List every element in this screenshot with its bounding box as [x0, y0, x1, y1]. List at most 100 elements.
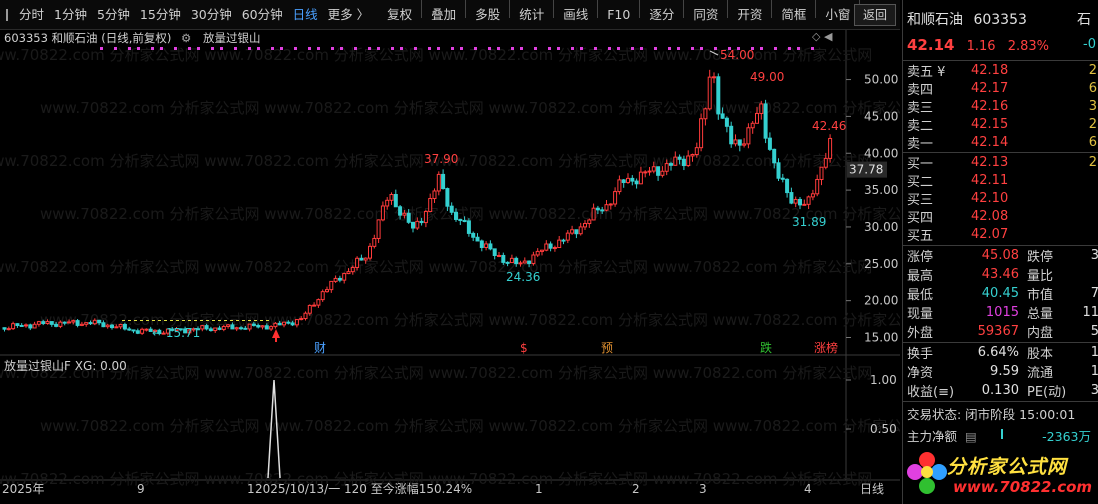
- candle-body: [299, 318, 304, 321]
- candle-body: [441, 173, 446, 190]
- candle-body: [213, 327, 218, 332]
- stat-v1: 9.59: [990, 364, 1019, 379]
- stat-v1: 43.46: [981, 267, 1019, 282]
- orderbook-price: 42.18: [971, 63, 1009, 79]
- chart-canvas[interactable]: www.70822.com 分析家公式网 www.70822.com 分析家公式…: [0, 0, 900, 504]
- ask-row[interactable]: 卖四 42.17 6: [903, 80, 1098, 98]
- candle-body: [780, 177, 785, 180]
- signal-dot: [114, 47, 117, 50]
- stat-v2: 11: [1082, 305, 1098, 320]
- signal-dot: [220, 47, 223, 50]
- candle-body: [41, 321, 46, 324]
- signal-dot: [400, 47, 403, 50]
- candle-body: [398, 206, 403, 216]
- candle-body: [578, 226, 583, 235]
- candle-body: [819, 166, 824, 181]
- candle-body: [226, 324, 231, 327]
- stat-v2: 3: [1090, 383, 1098, 398]
- list-icon[interactable]: ▤: [965, 429, 977, 444]
- orderbook-price: 42.10: [971, 190, 1009, 206]
- signal-dot: [474, 47, 477, 50]
- candle-body: [333, 277, 338, 282]
- price-change: 1.16: [966, 39, 996, 54]
- stock-extra: 石: [1077, 12, 1091, 28]
- signal-dot: [151, 47, 154, 50]
- stat-k1: 现量: [907, 307, 934, 322]
- stat-k2: 内盘: [1027, 326, 1054, 341]
- main-net-flow: 主力净额 ▤ -2363万: [907, 426, 1097, 445]
- price-annotation: 24.36: [506, 270, 540, 284]
- signal-dot: [257, 47, 260, 50]
- stats-block-1: 涨停 45.08 跌停 3 最高 43.46 量比 最低 40.45 市值 7 现量 1015 总量 11 外…: [903, 246, 1098, 341]
- ask-row[interactable]: 卖三 42.16 3: [903, 98, 1098, 116]
- candle-body: [759, 103, 764, 114]
- candle-body: [729, 125, 734, 145]
- bid-row[interactable]: 买二 42.11: [903, 172, 1098, 190]
- signal-dot: [128, 47, 131, 50]
- candle-body: [273, 322, 278, 328]
- ask-row[interactable]: 卖一 42.14 6: [903, 133, 1098, 152]
- candle-body: [355, 257, 360, 268]
- bid-row[interactable]: 买一 42.13 2: [903, 154, 1098, 172]
- candle-body: [522, 260, 527, 264]
- candle-body: [2, 327, 7, 330]
- signal-dot: [691, 47, 694, 50]
- candle-body: [28, 324, 33, 329]
- candle-body: [737, 139, 742, 146]
- candle-body: [806, 196, 811, 205]
- ask-list: 卖五 ¥ 42.18 2 卖四 42.17 6 卖三 42.16 3 卖二 42.15 2 卖一 42.1…: [903, 62, 1098, 151]
- candle-body: [415, 220, 420, 229]
- price-change-pct: 2.83%: [1007, 39, 1049, 54]
- candle-body: [479, 240, 484, 248]
- candle-body: [204, 325, 209, 330]
- orderbook-vol: 2: [1088, 116, 1097, 132]
- stat-k2: 股本: [1027, 347, 1054, 362]
- candle-body: [389, 193, 394, 201]
- candle-body: [634, 180, 639, 185]
- candle-body: [49, 321, 54, 325]
- signal-dot: [617, 47, 620, 50]
- stat-row: 涨停 45.08 跌停 3: [903, 246, 1098, 265]
- bid-row[interactable]: 买四 42.08: [903, 207, 1098, 226]
- candle-body: [505, 261, 510, 264]
- candle-body: [466, 220, 471, 234]
- candle-body: [445, 188, 450, 207]
- candle-body: [286, 321, 291, 324]
- signal-dot: [174, 47, 177, 50]
- watermark: www.70822.com 分析家公式网 www.70822.com 分析家公式…: [40, 205, 900, 223]
- signal-dot: [294, 47, 297, 50]
- candle-body: [677, 156, 682, 160]
- candle-body: [346, 271, 351, 275]
- candle-body: [11, 323, 16, 330]
- signal-dot: [774, 47, 777, 50]
- signal-dot: [797, 47, 800, 50]
- candle-body: [406, 212, 411, 223]
- candle-body: [303, 312, 308, 320]
- stat-v1: 59367: [977, 324, 1019, 339]
- candle-body: [716, 76, 721, 115]
- candle-body: [393, 193, 398, 208]
- candle-body: [488, 243, 493, 250]
- candle-body: [750, 122, 755, 129]
- candle-body: [75, 320, 80, 326]
- candle-body: [492, 248, 497, 257]
- ask-row[interactable]: 卖二 42.15 2: [903, 115, 1098, 134]
- signal-dot: [368, 47, 371, 50]
- stat-k1: 最高: [907, 269, 934, 284]
- signal-dot: [280, 47, 283, 50]
- sub-tick-label: 0.50: [870, 422, 897, 436]
- watermark: www.70822.com 分析家公式网 www.70822.com 分析家公式…: [0, 258, 872, 276]
- bid-row[interactable]: 买五 42.07: [903, 225, 1098, 244]
- candle-body: [643, 171, 648, 174]
- main-net-value: -2363万: [1042, 429, 1091, 444]
- ask-row[interactable]: 卖五 ¥ 42.18 2: [903, 62, 1098, 80]
- bid-row[interactable]: 买三 42.10: [903, 190, 1098, 208]
- candle-body: [785, 178, 790, 194]
- current-price-label: 37.78: [849, 163, 883, 177]
- signal-dot: [308, 47, 311, 50]
- candle-body: [97, 319, 102, 324]
- candle-body: [385, 199, 390, 207]
- candle-body: [630, 177, 635, 182]
- candle-body: [423, 210, 428, 224]
- candle-body: [669, 163, 673, 166]
